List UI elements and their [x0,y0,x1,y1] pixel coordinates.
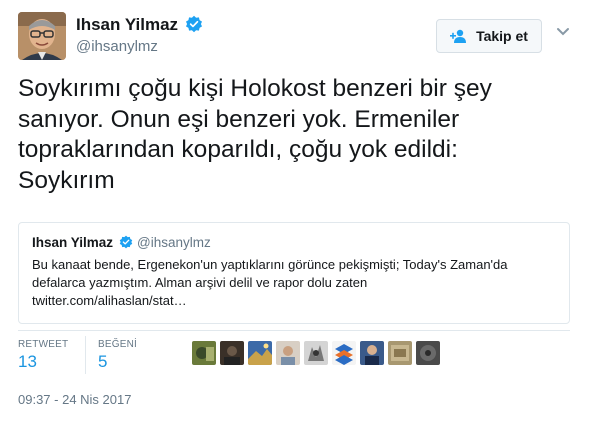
like-label: BEĞENİ [98,339,137,350]
liker-avatar[interactable] [332,341,356,365]
stats-separator [85,336,86,374]
author-name[interactable]: Ihsan Yilmaz [76,15,178,35]
verified-badge-icon [119,235,133,249]
quoted-text-line: Bu kanaat bende, Ergenekon'un yaptıkları… [32,257,508,272]
tweet-text-line: topraklarından koparıldı, çoğu yok edild… [18,136,458,163]
follow-button[interactable]: Takip et [436,19,542,53]
quoted-author-handle: @ihsanylmz [137,235,211,250]
liker-avatar[interactable] [360,341,384,365]
liker-avatars [192,341,440,367]
quoted-tweet-text: Bu kanaat bende, Ergenekon'un yaptıkları… [32,256,562,310]
liker-avatar[interactable] [192,341,216,365]
liker-avatar[interactable] [304,341,328,365]
tweet-timestamp[interactable]: 09:37 - 24 Nis 2017 [18,392,131,407]
liker-avatar[interactable] [276,341,300,365]
author-avatar[interactable] [18,12,66,60]
verified-badge-icon [185,15,203,33]
tweet-text-line: Soykırımı çoğu kişi Holokost benzeri bir… [18,75,492,102]
quoted-text-line: defalarca yazmıştım. Alman arşivi delil … [32,275,368,290]
stats-divider [18,330,570,331]
retweet-label: RETWEET [18,339,69,350]
follow-button-label: Takip et [476,28,528,44]
quoted-link[interactable]: twitter.com/alihaslan/stat… [32,292,562,310]
quoted-author-name: Ihsan Yilmaz [32,235,114,250]
tweet-text: Soykırımı çoğu kişi Holokost benzeri bir… [18,74,590,196]
chevron-down-icon[interactable] [556,27,570,37]
tweet-text-line: Soykırım [18,166,115,194]
author-handle[interactable]: @ihsanylmz [76,38,158,55]
retweet-count[interactable]: 13 [18,352,37,372]
quoted-tweet-card[interactable]: Ihsan Yilmaz @ihsanylmz Bu kanaat bende,… [18,222,570,324]
liker-avatar[interactable] [220,341,244,365]
tweet-text-line: sanıyor. Onun eşi benzeri yok. Ermeniler [18,105,460,133]
liker-avatar[interactable] [388,341,412,365]
liker-avatar[interactable] [416,341,440,365]
author-avatar-image [18,12,66,60]
liker-avatar[interactable] [248,341,272,365]
like-count[interactable]: 5 [98,352,107,372]
add-user-icon [450,29,467,43]
